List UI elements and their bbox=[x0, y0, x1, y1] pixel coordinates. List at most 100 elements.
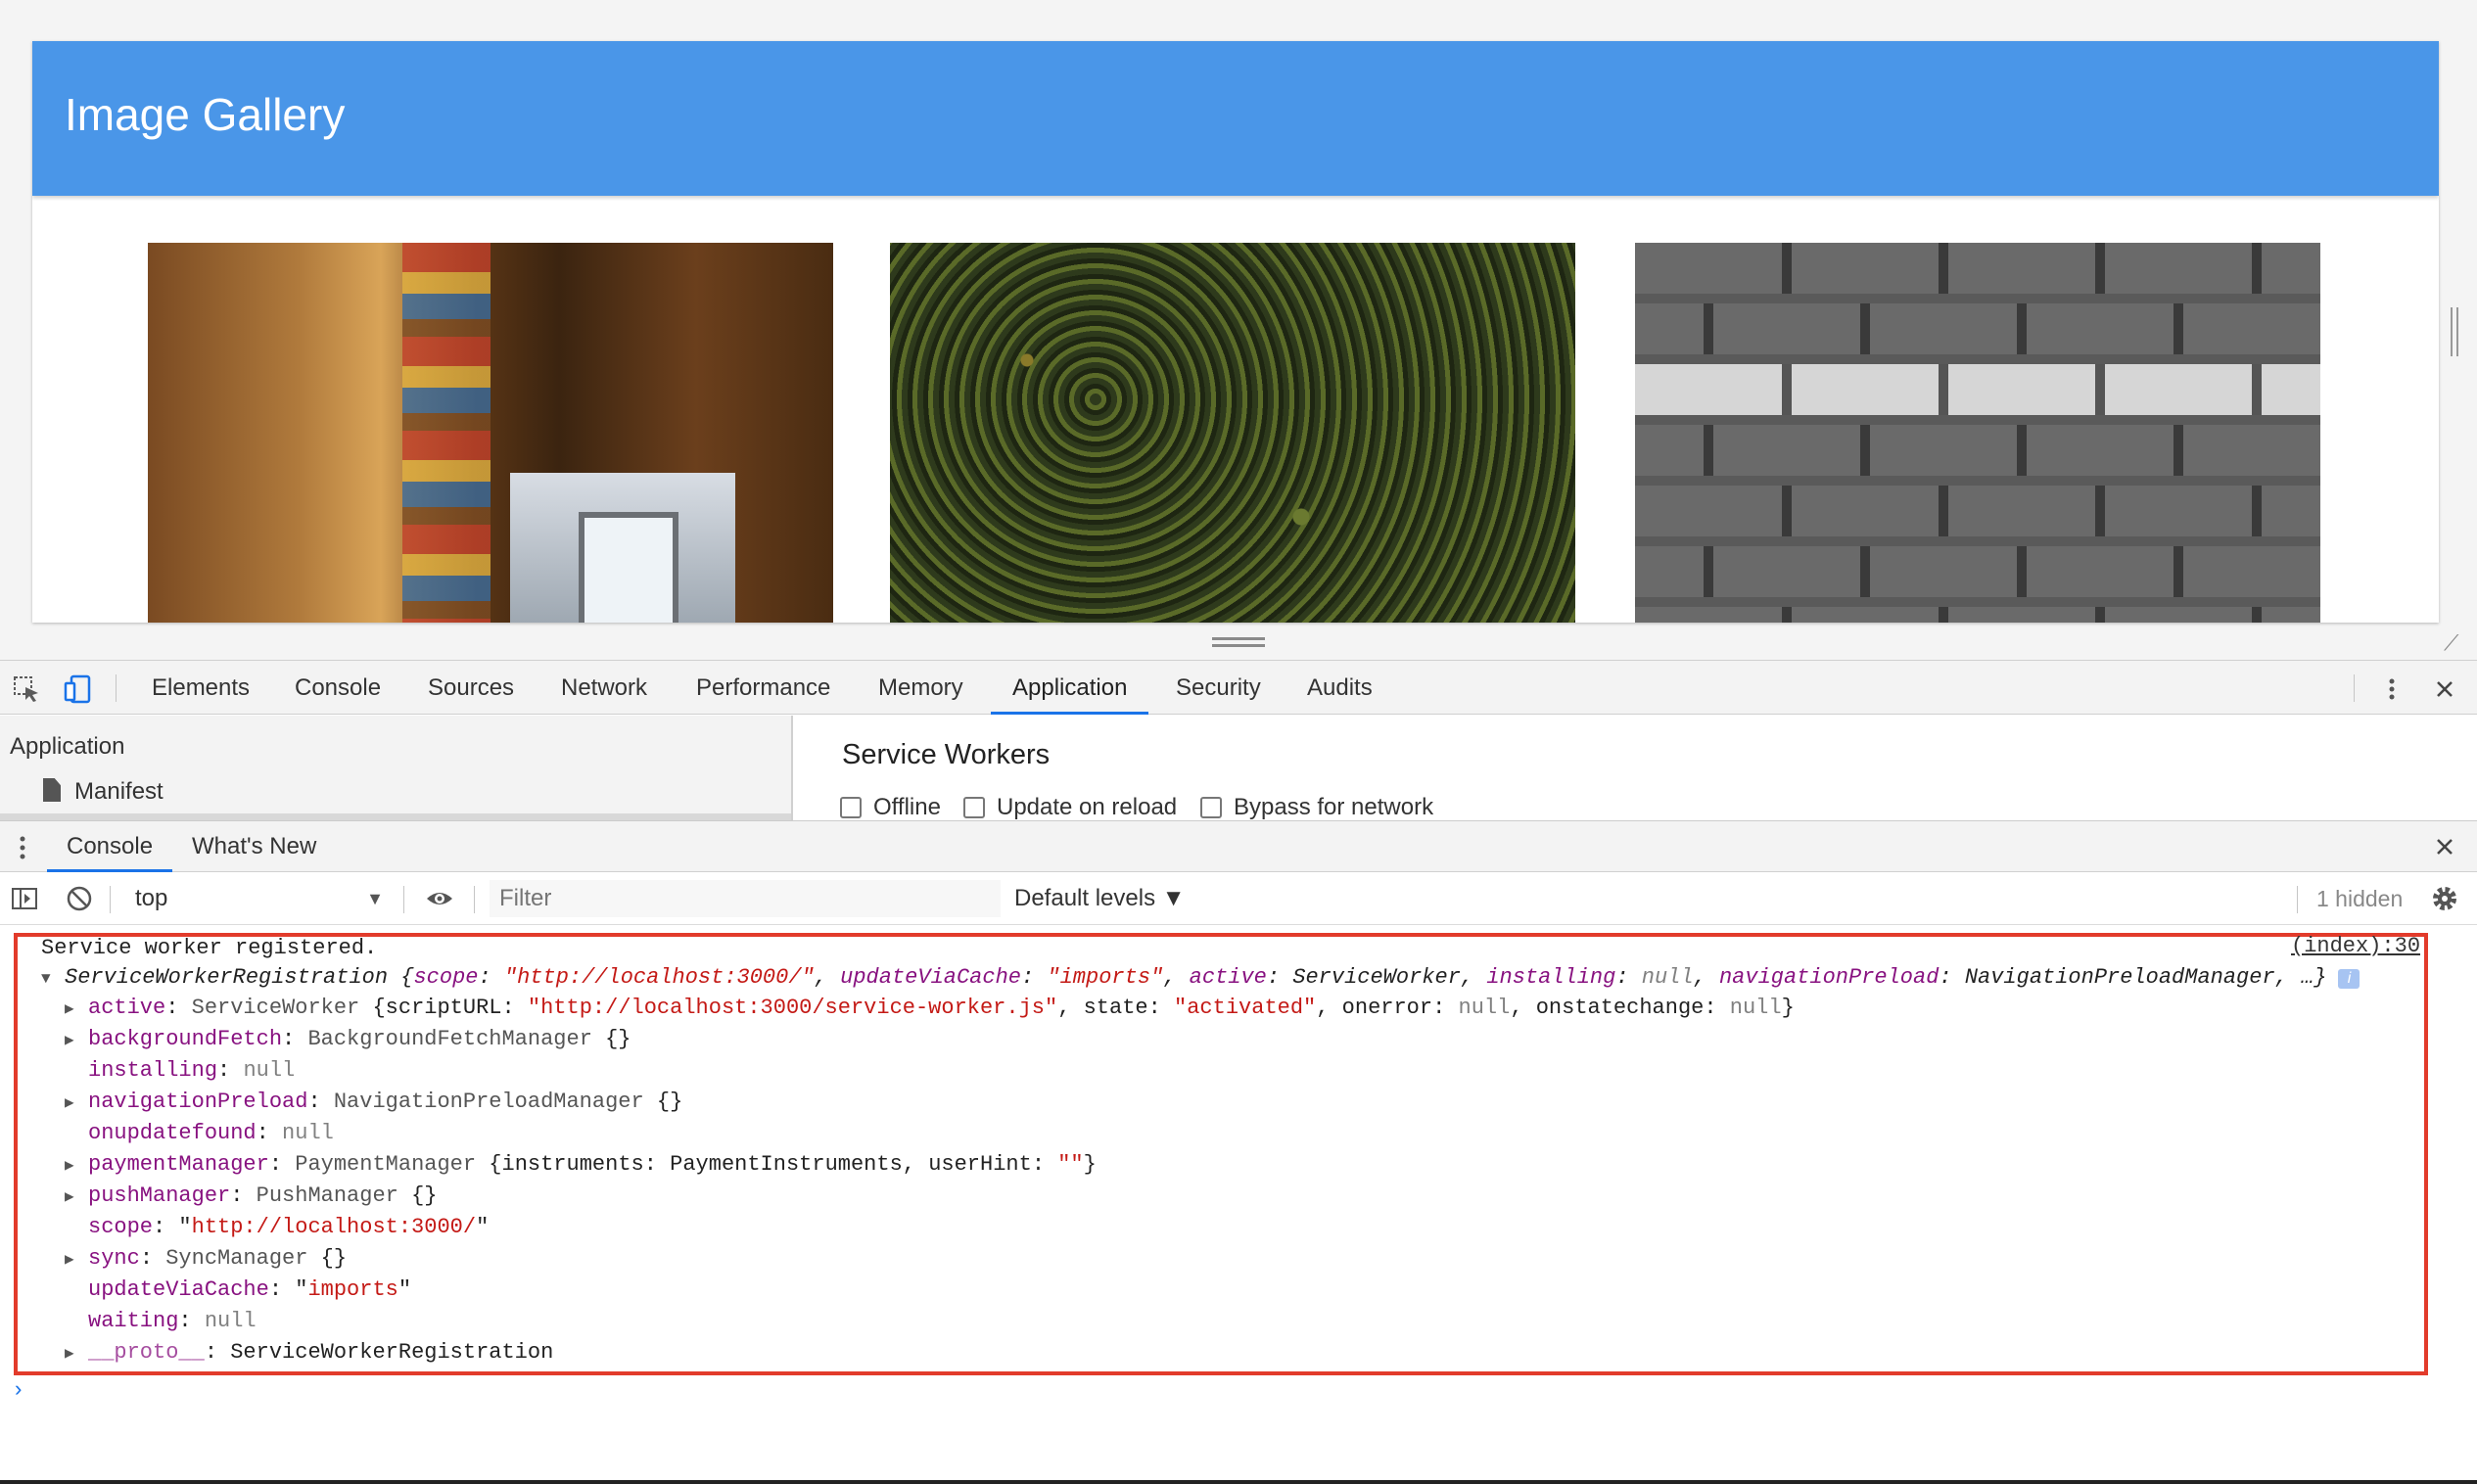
service-workers-title: Service Workers bbox=[842, 739, 1051, 770]
brick-wall-photo[interactable] bbox=[1635, 243, 2320, 623]
console-output: (index):30 Service worker registered. ▼ S… bbox=[0, 925, 2477, 1484]
brick-row bbox=[1635, 425, 2320, 476]
checkbox-label: Bypass for network bbox=[1234, 794, 1434, 820]
console-prompt-chevron-icon[interactable]: › bbox=[12, 1378, 24, 1403]
prop-value: null bbox=[204, 1309, 257, 1333]
app-header: Image Gallery bbox=[32, 41, 2439, 196]
live-expression-eye-icon[interactable] bbox=[425, 884, 454, 913]
prop-value: "" bbox=[1057, 1152, 1084, 1177]
more-vert-icon[interactable] bbox=[2377, 674, 2407, 704]
drawer-tab-console[interactable]: Console bbox=[47, 821, 173, 872]
brick-row bbox=[1635, 546, 2320, 597]
prop-row-navigation-preload[interactable]: ▶ navigationPreload: NavigationPreloadMan… bbox=[65, 1088, 682, 1117]
prop-value: {} bbox=[605, 1027, 631, 1051]
clear-console-icon[interactable] bbox=[65, 884, 94, 913]
collapsed-triangle-icon[interactable]: ▶ bbox=[65, 1026, 88, 1055]
checkbox-box[interactable] bbox=[1200, 797, 1222, 818]
close-devtools-icon[interactable] bbox=[2430, 674, 2459, 704]
update-on-reload-checkbox[interactable]: Update on reload bbox=[963, 794, 1177, 821]
forest-aerial-photo[interactable] bbox=[890, 243, 1575, 623]
checkbox-box[interactable] bbox=[963, 797, 985, 818]
checkbox-box[interactable] bbox=[840, 797, 862, 818]
devtools-resize-handle[interactable] bbox=[1212, 637, 1265, 647]
prop-key: paymentManager bbox=[88, 1152, 269, 1177]
device-toolbar-icon[interactable] bbox=[63, 674, 92, 704]
prop-value: {} bbox=[411, 1183, 438, 1208]
window-bottom-edge bbox=[0, 1480, 2477, 1484]
prop-value: "activated" bbox=[1174, 996, 1317, 1020]
prop-key: state bbox=[1083, 996, 1148, 1020]
offline-checkbox[interactable]: Offline bbox=[840, 794, 941, 821]
prop-row-sync[interactable]: ▶ sync: SyncManager {} bbox=[65, 1244, 347, 1274]
prop-row-background-fetch[interactable]: ▶ backgroundFetch: BackgroundFetchManager… bbox=[65, 1025, 631, 1054]
type-name: ServiceWorkerRegistration bbox=[65, 965, 389, 990]
prop-value: ServiceWorkerRegistration bbox=[230, 1340, 554, 1365]
tab-security[interactable]: Security bbox=[1176, 661, 1261, 715]
show-sidebar-icon[interactable] bbox=[10, 884, 39, 913]
collapsed-triangle-icon[interactable]: ▶ bbox=[65, 1245, 88, 1275]
tab-console[interactable]: Console bbox=[295, 661, 381, 715]
page-viewport: Image Gallery ⟋ bbox=[0, 0, 2477, 660]
prop-type: PushManager bbox=[256, 1183, 398, 1208]
prop-row-active[interactable]: ▶ active: ServiceWorker {scriptURL: "http… bbox=[65, 994, 1795, 1023]
expanded-triangle-icon[interactable]: ▼ bbox=[41, 964, 65, 994]
bypass-for-network-checkbox[interactable]: Bypass for network bbox=[1200, 794, 1433, 821]
console-settings-gear-icon[interactable] bbox=[2430, 884, 2459, 913]
prop-value: null bbox=[282, 1121, 334, 1145]
application-panel: Application Manifest Service Workers Off… bbox=[0, 716, 2477, 820]
prop-value: null bbox=[1458, 996, 1511, 1020]
tab-sources[interactable]: Sources bbox=[428, 661, 514, 715]
collapsed-triangle-icon[interactable]: ▶ bbox=[65, 995, 88, 1024]
context-selector[interactable]: top ▼ bbox=[123, 880, 390, 917]
collapsed-triangle-icon[interactable]: ▶ bbox=[65, 1183, 88, 1212]
object-summary-row[interactable]: ▼ ServiceWorkerRegistration {scope: "http… bbox=[41, 963, 2360, 993]
collapsed-triangle-icon[interactable]: ▶ bbox=[65, 1151, 88, 1181]
prop-value: null bbox=[1641, 965, 1694, 990]
tab-network[interactable]: Network bbox=[561, 661, 647, 715]
sidebar-heading: Application bbox=[10, 733, 125, 760]
prop-key: installing bbox=[1486, 965, 1616, 990]
prop-value: null bbox=[243, 1058, 296, 1083]
tab-application[interactable]: Application bbox=[991, 661, 1149, 715]
close-drawer-icon[interactable] bbox=[2430, 832, 2459, 861]
resize-corner-icon[interactable]: ⟋ bbox=[2444, 630, 2467, 655]
hidden-messages-count: 1 hidden bbox=[2316, 886, 2404, 911]
collapsed-triangle-icon[interactable]: ▶ bbox=[65, 1089, 88, 1118]
prop-row-proto[interactable]: ▶ __proto__: ServiceWorkerRegistration bbox=[65, 1338, 553, 1368]
console-filter-input[interactable] bbox=[490, 880, 1001, 917]
source-link[interactable]: (index):30 bbox=[2291, 934, 2420, 958]
prop-type: NavigationPreloadManager bbox=[333, 1090, 644, 1114]
toolbar-divider bbox=[116, 674, 117, 702]
info-icon[interactable]: i bbox=[2338, 969, 2360, 989]
inspect-element-icon[interactable] bbox=[12, 674, 41, 704]
prop-value: "imports" bbox=[1047, 965, 1164, 990]
collapsed-triangle-icon[interactable]: ▶ bbox=[65, 1339, 88, 1368]
prop-key: navigationPreload bbox=[1718, 965, 1940, 990]
prop-key: scope bbox=[88, 1215, 154, 1239]
sidebar-item-manifest[interactable]: Manifest bbox=[43, 778, 164, 806]
prop-key: updateViaCache bbox=[840, 965, 1021, 990]
prop-key: active bbox=[1189, 965, 1267, 990]
prop-key: updateViaCache bbox=[88, 1277, 269, 1302]
log-levels-dropdown[interactable]: Default levels ▼ bbox=[1014, 880, 1186, 917]
prop-key: onstatechange bbox=[1535, 996, 1705, 1020]
scrollbar-handle[interactable] bbox=[2451, 307, 2458, 356]
tab-memory[interactable]: Memory bbox=[878, 661, 963, 715]
drawer-menu-icon[interactable] bbox=[18, 833, 25, 862]
devtools-tab-bar: Elements Console Sources Network Perform… bbox=[0, 660, 2477, 715]
prop-type: BackgroundFetchManager bbox=[307, 1027, 592, 1051]
tab-elements[interactable]: Elements bbox=[152, 661, 250, 715]
drawer-tab-whats-new[interactable]: What's New bbox=[192, 821, 316, 872]
prop-row-scope: scope: "http://localhost:3000/" bbox=[88, 1215, 490, 1239]
checkbox-label: Offline bbox=[873, 794, 941, 820]
prop-value: {} bbox=[320, 1246, 348, 1271]
tab-performance[interactable]: Performance bbox=[696, 661, 830, 715]
prop-row-payment-manager[interactable]: ▶ paymentManager: PaymentManager {instrum… bbox=[65, 1150, 1097, 1180]
tab-audits[interactable]: Audits bbox=[1307, 661, 1373, 715]
prop-value: http://localhost:3000/ bbox=[191, 1215, 477, 1239]
prop-row-push-manager[interactable]: ▶ pushManager: PushManager {} bbox=[65, 1182, 437, 1211]
library-bookshelf-photo[interactable] bbox=[148, 243, 833, 623]
prop-row-onupdatefound: onupdatefound: null bbox=[88, 1121, 334, 1145]
prop-key: __proto__ bbox=[88, 1340, 205, 1365]
prop-key: pushManager bbox=[88, 1183, 231, 1208]
